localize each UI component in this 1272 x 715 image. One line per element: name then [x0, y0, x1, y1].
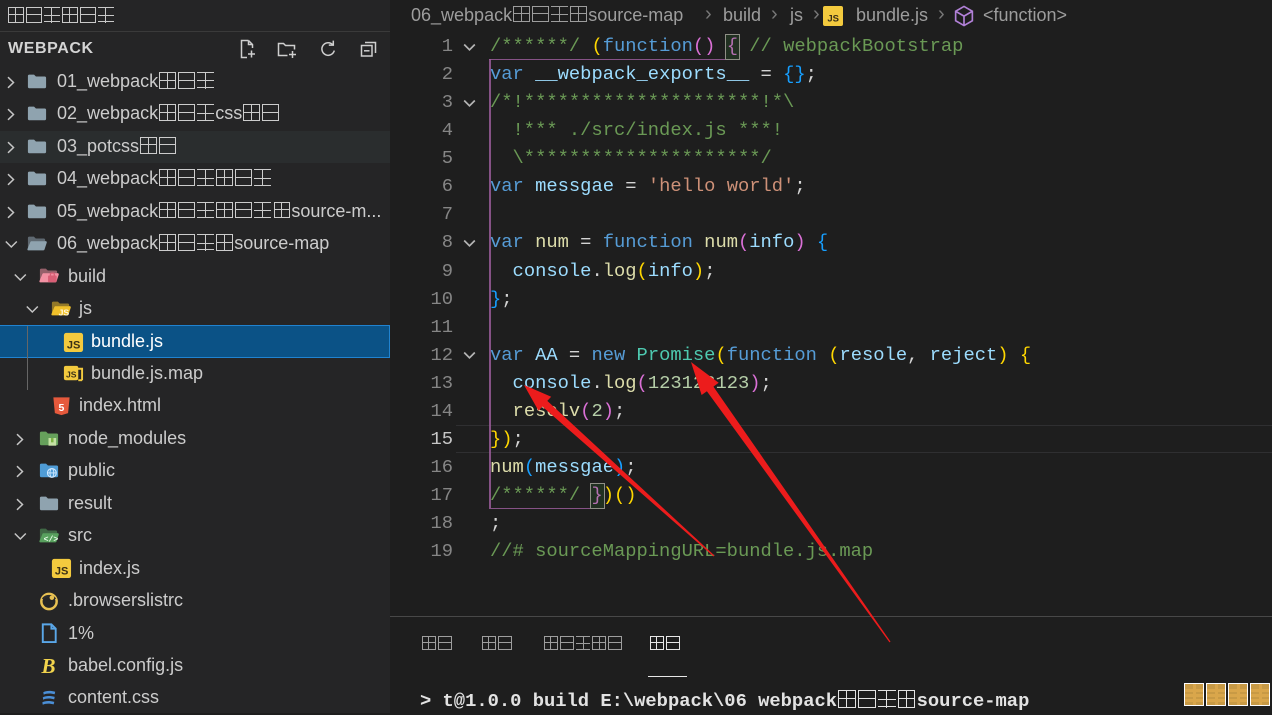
- svg-text:JS: JS: [67, 340, 80, 352]
- svg-text:JS: JS: [59, 308, 70, 318]
- svg-text:JS: JS: [827, 13, 839, 24]
- svg-text:JS: JS: [66, 369, 77, 379]
- svg-text:JS: JS: [55, 566, 68, 578]
- svg-text:5: 5: [59, 402, 65, 414]
- svg-text:</>: </>: [44, 535, 59, 545]
- svg-text:B: B: [41, 655, 56, 677]
